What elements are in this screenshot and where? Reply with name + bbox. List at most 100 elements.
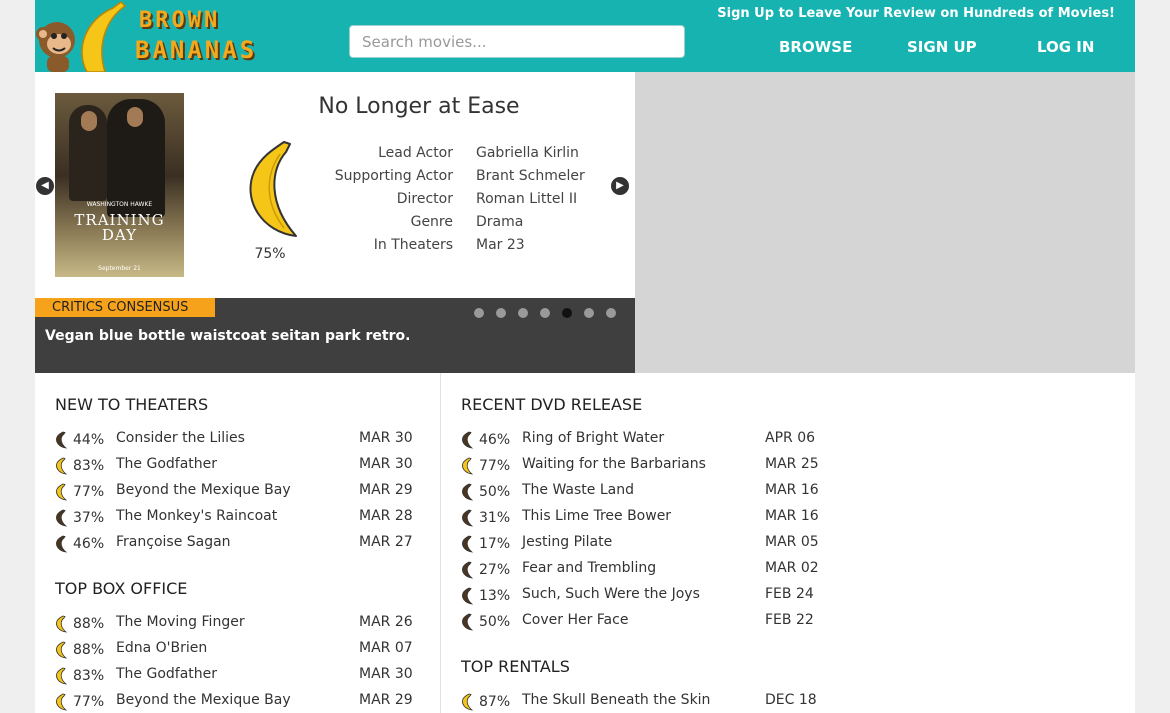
info-value-lead-actor: Gabriella Kirlin bbox=[476, 145, 579, 161]
carousel-dot[interactable] bbox=[540, 308, 550, 318]
carousel-dot[interactable] bbox=[606, 308, 616, 318]
movie-title-link[interactable]: The Godfather bbox=[116, 456, 217, 472]
rotten-banana-icon bbox=[461, 483, 474, 505]
poster-face-right bbox=[127, 107, 143, 127]
movie-score: 31% bbox=[479, 510, 511, 526]
movie-row[interactable]: 83% The Godfather MAR 30 bbox=[55, 455, 419, 477]
section-title-new-to-theaters: NEW TO THEATERS bbox=[55, 395, 209, 414]
movie-title-link[interactable]: Consider the Lilies bbox=[116, 430, 245, 446]
carousel-dot[interactable] bbox=[584, 308, 594, 318]
site-header: BROWN BANANAS Sign Up to Leave Your Revi… bbox=[35, 0, 1135, 72]
movie-row[interactable]: 17% Jesting Pilate MAR 05 bbox=[461, 533, 825, 555]
carousel-dot[interactable] bbox=[496, 308, 506, 318]
movie-score: 17% bbox=[479, 536, 511, 552]
movie-row[interactable]: 31% This Lime Tree Bower MAR 16 bbox=[461, 507, 825, 529]
rotten-banana-icon bbox=[55, 535, 68, 557]
logo[interactable]: BROWN BANANAS bbox=[35, 0, 265, 72]
movie-title-link[interactable]: The Moving Finger bbox=[116, 614, 245, 630]
nav-browse[interactable]: BROWSE bbox=[779, 38, 852, 56]
info-label-supporting-actor: Supporting Actor bbox=[334, 168, 453, 184]
movie-row[interactable]: 77% Waiting for the Barbarians MAR 25 bbox=[461, 455, 825, 477]
movie-row[interactable]: 88% The Moving Finger MAR 26 bbox=[55, 613, 419, 635]
info-value-genre: Drama bbox=[476, 214, 524, 230]
movie-release-date: MAR 05 bbox=[765, 534, 819, 550]
carousel-dot[interactable] bbox=[562, 308, 572, 318]
ad-placeholder bbox=[635, 72, 1135, 373]
featured-movie-title[interactable]: No Longer at Ease bbox=[235, 94, 603, 119]
poster-title-line2: DAY bbox=[101, 226, 138, 244]
movie-row[interactable]: 83% The Godfather MAR 30 bbox=[55, 665, 419, 687]
search-input[interactable] bbox=[349, 25, 685, 58]
movie-title-link[interactable]: Beyond the Mexique Bay bbox=[116, 482, 291, 498]
nav-log-in[interactable]: LOG IN bbox=[1037, 38, 1094, 56]
movie-row[interactable]: 46% Françoise Sagan MAR 27 bbox=[55, 533, 419, 555]
critics-consensus-text: Vegan blue bottle waistcoat seitan park … bbox=[45, 328, 411, 344]
movie-row[interactable]: 27% Fear and Trembling MAR 02 bbox=[461, 559, 825, 581]
movie-row[interactable]: 46% Ring of Bright Water APR 06 bbox=[461, 429, 825, 451]
movie-row[interactable]: 50% The Waste Land MAR 16 bbox=[461, 481, 825, 503]
signup-tagline-link[interactable]: Sign Up to Leave Your Review on Hundreds… bbox=[717, 6, 1115, 21]
rotten-banana-icon bbox=[461, 431, 474, 453]
movie-title-link[interactable]: The Waste Land bbox=[522, 482, 634, 498]
movie-row[interactable]: 37% The Monkey's Raincoat MAR 28 bbox=[55, 507, 419, 529]
movie-score: 13% bbox=[479, 588, 511, 604]
movie-row[interactable]: 50% Cover Her Face FEB 22 bbox=[461, 611, 825, 633]
info-label-lead-actor: Lead Actor bbox=[378, 145, 453, 161]
movie-poster[interactable]: WASHINGTON HAWKE TRAINING DAY September … bbox=[55, 93, 184, 277]
movie-release-date: MAR 02 bbox=[765, 560, 819, 576]
column-divider bbox=[440, 373, 441, 713]
movie-release-date: MAR 30 bbox=[359, 456, 413, 472]
info-value-director: Roman Littel II bbox=[476, 191, 578, 207]
carousel-dot[interactable] bbox=[474, 308, 484, 318]
movie-score: 50% bbox=[479, 484, 511, 500]
rotten-banana-icon bbox=[55, 431, 68, 453]
movie-release-date: MAR 27 bbox=[359, 534, 413, 550]
critics-consensus-label: CRITICS CONSENSUS bbox=[35, 298, 215, 317]
movie-score: 50% bbox=[479, 614, 511, 630]
movie-row[interactable]: 77% Beyond the Mexique Bay MAR 29 bbox=[55, 691, 419, 713]
movie-title-link[interactable]: Such, Such Were the Joys bbox=[522, 586, 700, 602]
rotten-banana-icon bbox=[461, 587, 474, 609]
fresh-banana-icon bbox=[55, 615, 68, 637]
movie-release-date: MAR 07 bbox=[359, 640, 413, 656]
movie-score: 44% bbox=[73, 432, 105, 448]
movie-title-link[interactable]: The Monkey's Raincoat bbox=[116, 508, 277, 524]
movie-title-link[interactable]: The Godfather bbox=[116, 666, 217, 682]
movie-release-date: MAR 29 bbox=[359, 482, 413, 498]
fresh-banana-icon bbox=[55, 693, 68, 713]
movie-release-date: MAR 30 bbox=[359, 430, 413, 446]
rotten-banana-icon bbox=[461, 613, 474, 635]
movie-row[interactable]: 77% Beyond the Mexique Bay MAR 29 bbox=[55, 481, 419, 503]
movie-title-link[interactable]: Cover Her Face bbox=[522, 612, 628, 628]
movie-title-link[interactable]: Ring of Bright Water bbox=[522, 430, 664, 446]
movie-score: 77% bbox=[73, 694, 105, 710]
page: BROWN BANANAS Sign Up to Leave Your Revi… bbox=[35, 0, 1135, 713]
info-label-director: Director bbox=[396, 191, 453, 207]
movie-release-date: MAR 30 bbox=[359, 666, 413, 682]
featured-score: 75% bbox=[254, 246, 286, 262]
movie-title-link[interactable]: Jesting Pilate bbox=[522, 534, 612, 550]
section-title-recent-dvd: RECENT DVD RELEASE bbox=[461, 395, 643, 414]
movie-title-link[interactable]: The Skull Beneath the Skin bbox=[522, 692, 710, 708]
carousel-prev-button[interactable]: ◀ bbox=[36, 177, 54, 195]
fresh-banana-icon bbox=[55, 483, 68, 505]
movie-score: 37% bbox=[73, 510, 105, 526]
movie-title-link[interactable]: This Lime Tree Bower bbox=[522, 508, 671, 524]
movie-title-link[interactable]: Waiting for the Barbarians bbox=[522, 456, 706, 472]
movie-title-link[interactable]: Fear and Trembling bbox=[522, 560, 656, 576]
movie-title-link[interactable]: Edna O'Brien bbox=[116, 640, 207, 656]
movie-row[interactable]: 13% Such, Such Were the Joys FEB 24 bbox=[461, 585, 825, 607]
carousel-dot[interactable] bbox=[518, 308, 528, 318]
featured-movie-carousel: ◀ ▶ WASHINGTON HAWKE TRAINING DAY Septem… bbox=[35, 72, 635, 373]
movie-score: 27% bbox=[479, 562, 511, 578]
poster-date: September 21 bbox=[98, 265, 141, 272]
nav-sign-up[interactable]: SIGN UP bbox=[907, 38, 977, 56]
movie-title-link[interactable]: Beyond the Mexique Bay bbox=[116, 692, 291, 708]
movie-release-date: MAR 26 bbox=[359, 614, 413, 630]
poster-face-left bbox=[81, 111, 97, 131]
carousel-next-button[interactable]: ▶ bbox=[611, 177, 629, 195]
movie-title-link[interactable]: Françoise Sagan bbox=[116, 534, 231, 550]
movie-row[interactable]: 88% Edna O'Brien MAR 07 bbox=[55, 639, 419, 661]
movie-row[interactable]: 44% Consider the Lilies MAR 30 bbox=[55, 429, 419, 451]
movie-row[interactable]: 87% The Skull Beneath the Skin DEC 18 bbox=[461, 691, 825, 713]
